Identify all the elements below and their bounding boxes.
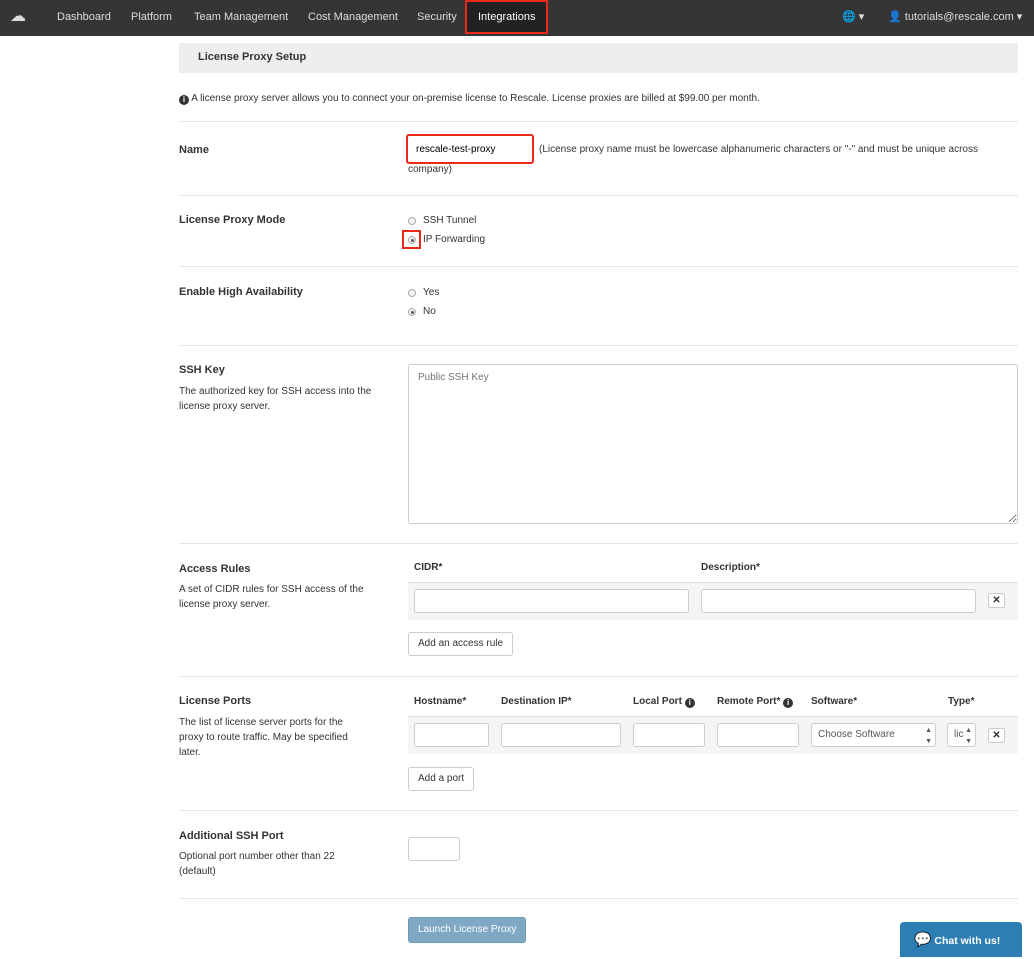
software-select[interactable]: Choose Software ▲ ▼: [811, 723, 936, 747]
ssh-key-label: SSH Key: [179, 364, 225, 376]
ssh-key-desc: The authorized key for SSH access into t…: [179, 386, 372, 412]
ssh-key-textarea[interactable]: [408, 364, 1018, 524]
radio-ha-no[interactable]: [408, 308, 416, 316]
col-hostname: Hostname*: [414, 696, 467, 707]
info-icon: i: [179, 95, 189, 105]
local-port-input[interactable]: [633, 723, 705, 747]
chat-widget[interactable]: 💬 Chat with us!: [900, 922, 1022, 957]
name-hint-cont: company): [408, 164, 452, 175]
radio-label-no: No: [423, 306, 436, 317]
ssh-port-input[interactable]: [408, 837, 460, 861]
cidr-input[interactable]: [414, 589, 689, 613]
type-select[interactable]: lic ▲ ▼: [947, 723, 976, 747]
globe-icon[interactable]: 🌐 ▾: [842, 0, 864, 36]
destination-ip-input[interactable]: [501, 723, 621, 747]
info-icon[interactable]: i: [783, 698, 794, 708]
access-rules-label: Access Rules: [179, 563, 251, 575]
user-menu[interactable]: 👤 tutorials@rescale.com ▾: [888, 0, 1022, 36]
col-cidr: CIDR*: [414, 562, 443, 573]
rescale-logo-icon[interactable]: ☁: [10, 0, 26, 36]
nav-dashboard[interactable]: Dashboard: [57, 0, 111, 36]
radio-ssh-tunnel[interactable]: [408, 217, 416, 225]
access-rules-desc: A set of CIDR rules for SSH access of th…: [179, 584, 364, 610]
radio-label-ip-forwarding: IP Forwarding: [423, 234, 486, 245]
mode-label: License Proxy Mode: [179, 214, 286, 226]
page-title: License Proxy Setup: [179, 43, 1018, 73]
remove-port-button[interactable]: ✕: [988, 728, 1005, 743]
user-icon: 👤: [888, 11, 902, 23]
col-remote-port: Remote Port* i: [717, 696, 794, 708]
radio-ha-yes[interactable]: [408, 289, 416, 297]
license-ports-label: License Ports: [179, 695, 252, 707]
hostname-input[interactable]: [414, 723, 489, 747]
nav-integrations[interactable]: Integrations: [465, 0, 549, 34]
add-port-button[interactable]: Add a port: [408, 767, 475, 791]
info-icon[interactable]: i: [684, 698, 695, 708]
radio-label-ssh-tunnel: SSH Tunnel: [423, 215, 477, 226]
user-email: tutorials@rescale.com: [904, 11, 1014, 23]
name-input[interactable]: [406, 134, 534, 164]
radio-ip-forwarding[interactable]: [408, 236, 416, 244]
col-local-port: Local Port i: [633, 696, 695, 708]
nav-cost-management[interactable]: Cost Management: [308, 0, 398, 36]
ssh-port-desc: Optional port number other than 22 (defa…: [179, 851, 335, 877]
col-type: Type*: [948, 696, 975, 707]
nav-team-management[interactable]: Team Management: [194, 0, 288, 36]
col-software: Software*: [811, 696, 858, 707]
remove-rule-button[interactable]: ✕: [988, 593, 1005, 608]
ha-label: Enable High Availability: [179, 286, 303, 298]
remote-port-input[interactable]: [717, 723, 799, 747]
add-access-rule-button[interactable]: Add an access rule: [408, 632, 514, 656]
ssh-port-label: Additional SSH Port: [179, 830, 284, 842]
description-input[interactable]: [701, 589, 976, 613]
radio-label-yes: Yes: [423, 287, 440, 298]
license-ports-desc: The list of license server ports for the…: [179, 717, 348, 758]
nav-platform[interactable]: Platform: [131, 0, 172, 36]
col-destination-ip: Destination IP*: [501, 696, 572, 707]
col-description: Description*: [701, 562, 760, 573]
top-navbar: ☁ Dashboard Platform Team Management Cos…: [0, 0, 1034, 36]
name-label: Name: [179, 144, 209, 156]
name-hint: (License proxy name must be lowercase al…: [539, 144, 978, 155]
launch-license-proxy-button[interactable]: Launch License Proxy: [408, 917, 527, 943]
nav-security[interactable]: Security: [417, 0, 457, 36]
chat-bubble-icon: 💬: [914, 931, 932, 947]
info-text: i A license proxy server allows you to c…: [179, 93, 760, 105]
